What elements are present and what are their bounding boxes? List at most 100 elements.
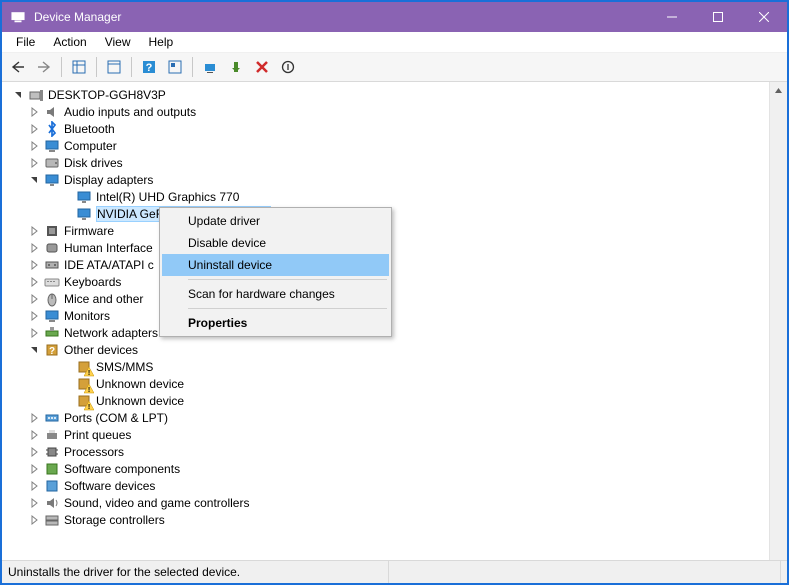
chevron-right-icon[interactable] xyxy=(26,155,42,171)
tree-category[interactable]: Computer xyxy=(6,137,770,154)
chevron-right-icon[interactable] xyxy=(26,410,42,426)
print-icon xyxy=(44,427,60,443)
computer-icon xyxy=(28,87,44,103)
cpu-icon xyxy=(44,444,60,460)
context-menu-item[interactable]: Disable device xyxy=(162,232,389,254)
update-driver-button[interactable] xyxy=(198,55,222,79)
chevron-right-icon[interactable] xyxy=(26,257,42,273)
device-manager-window: Device Manager File Action View Help ? D… xyxy=(0,0,789,585)
chevron-right-icon[interactable] xyxy=(26,240,42,256)
toolbar-separator xyxy=(192,57,193,77)
menu-help[interactable]: Help xyxy=(141,33,182,51)
tree-category-label: Computer xyxy=(64,139,117,153)
chevron-right-icon[interactable] xyxy=(26,104,42,120)
network-icon xyxy=(44,325,60,341)
svg-text:?: ? xyxy=(146,62,153,74)
close-button[interactable] xyxy=(741,2,787,32)
disable-device-button[interactable] xyxy=(276,55,300,79)
tree-device[interactable]: !Unknown device xyxy=(6,392,770,409)
chevron-right-icon[interactable] xyxy=(26,512,42,528)
swd-icon xyxy=(44,478,60,494)
tree-category[interactable]: Software devices xyxy=(6,477,770,494)
properties-button[interactable] xyxy=(102,55,126,79)
tree-category-label: Processors xyxy=(64,445,124,459)
keyboard-icon xyxy=(44,274,60,290)
tree-category-label: Disk drives xyxy=(64,156,123,170)
chevron-right-icon[interactable] xyxy=(26,291,42,307)
tree-category[interactable]: Sound, video and game controllers xyxy=(6,494,770,511)
device-icon: ! xyxy=(76,393,92,409)
chevron-right-icon[interactable] xyxy=(26,274,42,290)
chevron-down-icon[interactable] xyxy=(26,172,42,188)
tree-category[interactable]: Disk drives xyxy=(6,154,770,171)
display-icon xyxy=(44,172,60,188)
toolbar-separator xyxy=(96,57,97,77)
tree-category[interactable]: Ports (COM & LPT) xyxy=(6,409,770,426)
chevron-down-icon[interactable] xyxy=(10,87,26,103)
tree-category-label: Storage controllers xyxy=(64,513,165,527)
tree-device-label: SMS/MMS xyxy=(96,360,153,374)
chevron-right-icon[interactable] xyxy=(26,308,42,324)
tree-category[interactable]: Storage controllers xyxy=(6,511,770,528)
uninstall-device-button[interactable] xyxy=(250,55,274,79)
tree-category[interactable]: ?Other devices xyxy=(6,341,770,358)
mouse-icon xyxy=(44,291,60,307)
tree-device[interactable]: Intel(R) UHD Graphics 770 xyxy=(6,188,770,205)
chevron-right-icon[interactable] xyxy=(26,495,42,511)
help-button[interactable]: ? xyxy=(137,55,161,79)
tree-category[interactable]: Bluetooth xyxy=(6,120,770,137)
toolbar-separator xyxy=(61,57,62,77)
tree-category-label: Network adapters xyxy=(64,326,158,340)
menu-view[interactable]: View xyxy=(97,33,139,51)
chevron-right-icon[interactable] xyxy=(26,138,42,154)
tree-category[interactable]: Print queues xyxy=(6,426,770,443)
tree-device[interactable]: ! SMS/MMS xyxy=(6,358,770,375)
chevron-right-icon[interactable] xyxy=(26,444,42,460)
chevron-right-icon[interactable] xyxy=(26,461,42,477)
tree-category-label: Sound, video and game controllers xyxy=(64,496,249,510)
vertical-scrollbar[interactable] xyxy=(769,82,787,563)
tree-category[interactable]: Display adapters xyxy=(6,171,770,188)
device-icon: ! xyxy=(76,359,92,375)
menu-action[interactable]: Action xyxy=(45,33,94,51)
device-icon xyxy=(76,206,92,222)
context-menu-item[interactable]: Scan for hardware changes xyxy=(162,283,389,305)
forward-button[interactable] xyxy=(32,55,56,79)
status-text: Uninstalls the driver for the selected d… xyxy=(8,561,389,583)
audio-icon xyxy=(44,104,60,120)
chevron-right-icon[interactable] xyxy=(26,325,42,341)
sound-icon xyxy=(44,495,60,511)
tree-category[interactable]: Audio inputs and outputs xyxy=(6,103,770,120)
tree-category-label: Display adapters xyxy=(64,173,153,187)
app-icon xyxy=(10,9,26,25)
menu-file[interactable]: File xyxy=(8,33,43,51)
scan-hardware-button[interactable] xyxy=(163,55,187,79)
tree-category[interactable]: Processors xyxy=(6,443,770,460)
tree-category-label: Keyboards xyxy=(64,275,121,289)
tree-device-label: Unknown device xyxy=(96,377,184,391)
swc-icon xyxy=(44,461,60,477)
tree-root[interactable]: DESKTOP-GGH8V3P xyxy=(6,86,770,103)
tree-category-label: Ports (COM & LPT) xyxy=(64,411,168,425)
tree-root-label: DESKTOP-GGH8V3P xyxy=(48,88,166,102)
maximize-button[interactable] xyxy=(695,2,741,32)
tree-category-label: Print queues xyxy=(64,428,131,442)
bt-icon xyxy=(44,121,60,137)
tree-category[interactable]: Software components xyxy=(6,460,770,477)
chevron-right-icon[interactable] xyxy=(26,427,42,443)
scroll-up-arrow[interactable] xyxy=(770,82,787,99)
back-button[interactable] xyxy=(6,55,30,79)
show-hide-tree-button[interactable] xyxy=(67,55,91,79)
context-menu-item[interactable]: Properties xyxy=(162,312,389,334)
context-menu-item[interactable]: Uninstall device xyxy=(162,254,389,276)
minimize-button[interactable] xyxy=(649,2,695,32)
tree-device[interactable]: !Unknown device xyxy=(6,375,770,392)
enable-device-button[interactable] xyxy=(224,55,248,79)
context-menu-item[interactable]: Update driver xyxy=(162,210,389,232)
chevron-down-icon[interactable] xyxy=(26,342,42,358)
chevron-right-icon[interactable] xyxy=(26,478,42,494)
window-title: Device Manager xyxy=(34,10,649,24)
chevron-right-icon[interactable] xyxy=(26,223,42,239)
titlebar[interactable]: Device Manager xyxy=(2,2,787,32)
chevron-right-icon[interactable] xyxy=(26,121,42,137)
